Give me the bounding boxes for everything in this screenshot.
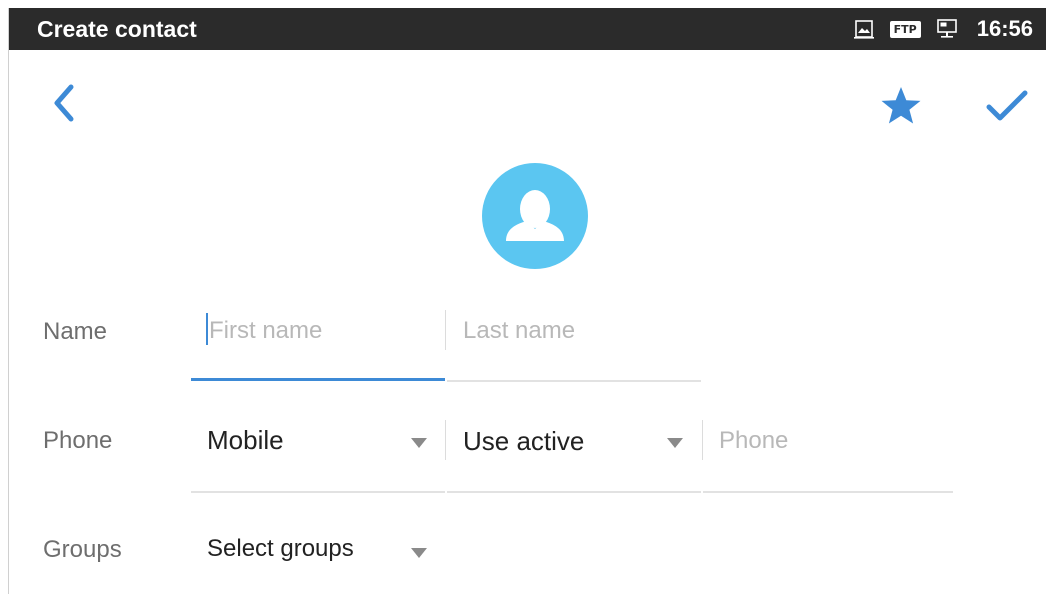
last-name-input[interactable]: Last name — [447, 303, 701, 385]
groups-dropdown[interactable]: Select groups — [191, 523, 443, 583]
phone-type-underline — [191, 491, 445, 493]
phone-account-dropdown[interactable]: Use active — [447, 413, 701, 495]
phone-account-underline — [447, 491, 701, 493]
name-label: Name — [43, 318, 108, 345]
clock: 16:56 — [976, 16, 1033, 41]
phone-type-dropdown[interactable]: Mobile — [191, 413, 445, 495]
phone-number-input[interactable]: Phone — [703, 413, 953, 495]
phone-account-value: Use active — [463, 426, 585, 456]
groups-value: Select groups — [207, 535, 354, 562]
dropdown-arrow-icon — [411, 438, 427, 448]
back-button[interactable] — [49, 83, 79, 123]
screenshot-icon — [852, 17, 876, 41]
ftp-icon: FTP — [889, 20, 921, 38]
dropdown-arrow-icon — [411, 548, 427, 558]
last-name-underline — [447, 380, 701, 382]
status-bar: Create contact FTP 16:56 — [9, 8, 1046, 50]
first-name-underline — [191, 378, 445, 381]
screen-title: Create contact — [37, 16, 197, 42]
favorite-button[interactable] — [879, 84, 923, 128]
phone-number-underline — [703, 491, 953, 493]
back-arrow-icon — [54, 84, 74, 122]
first-name-placeholder: First name — [209, 317, 323, 344]
save-button[interactable] — [984, 86, 1030, 126]
status-icons: FTP 16:56 — [852, 14, 1033, 44]
text-caret — [206, 313, 208, 345]
person-icon — [506, 190, 564, 241]
dropdown-arrow-icon — [667, 438, 683, 448]
screen: Create contact FTP 16:56 Name First name… — [8, 8, 1046, 594]
phone-placeholder: Phone — [719, 427, 789, 454]
last-name-placeholder: Last name — [463, 317, 576, 344]
divider — [445, 420, 446, 460]
contact-photo-button[interactable] — [482, 163, 588, 269]
first-name-input[interactable]: First name — [191, 303, 445, 385]
phone-type-value: Mobile — [207, 425, 284, 455]
network-icon — [935, 17, 959, 41]
checkmark-icon — [986, 90, 1028, 121]
phone-label: Phone — [43, 427, 113, 454]
divider — [445, 310, 446, 350]
star-icon — [881, 87, 921, 124]
groups-label: Groups — [43, 536, 122, 563]
